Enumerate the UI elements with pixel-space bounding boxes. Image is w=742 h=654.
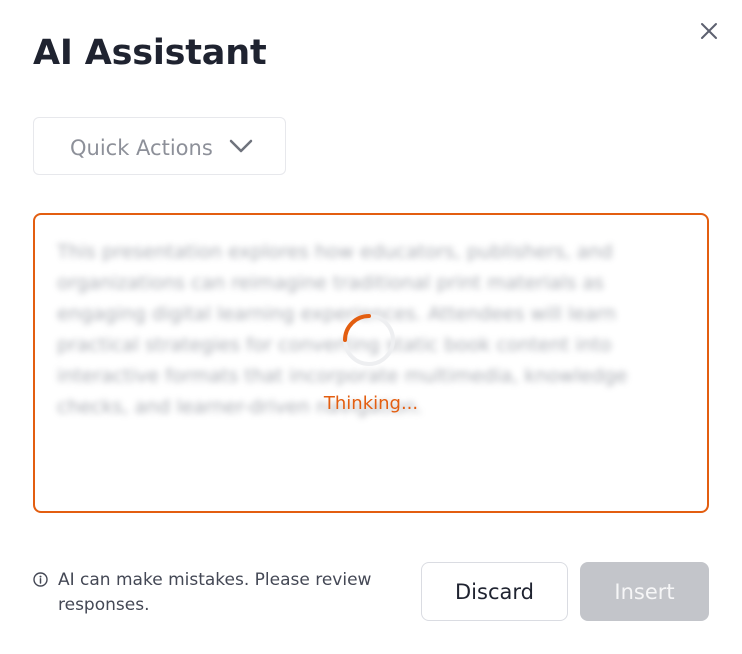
thinking-status: Thinking...	[323, 393, 419, 414]
discard-button[interactable]: Discard	[421, 562, 568, 621]
dialog-title: AI Assistant	[33, 33, 267, 73]
disclaimer-text: AI can make mistakes. Please review resp…	[58, 570, 372, 615]
close-button[interactable]	[696, 18, 722, 44]
loading-spinner-icon	[343, 314, 395, 366]
insert-button[interactable]: Insert	[580, 562, 709, 621]
ai-disclaimer: AI can make mistakes. Please review resp…	[33, 568, 383, 618]
close-icon	[701, 23, 717, 39]
ai-assistant-dialog: AI Assistant Quick Actions This presenta…	[0, 0, 742, 654]
info-icon	[33, 572, 48, 587]
quick-actions-label: Quick Actions	[70, 136, 213, 160]
ai-response-panel: This presentation explores how educators…	[33, 213, 709, 513]
quick-actions-dropdown[interactable]: Quick Actions	[33, 117, 286, 175]
chevron-down-icon	[229, 139, 253, 153]
